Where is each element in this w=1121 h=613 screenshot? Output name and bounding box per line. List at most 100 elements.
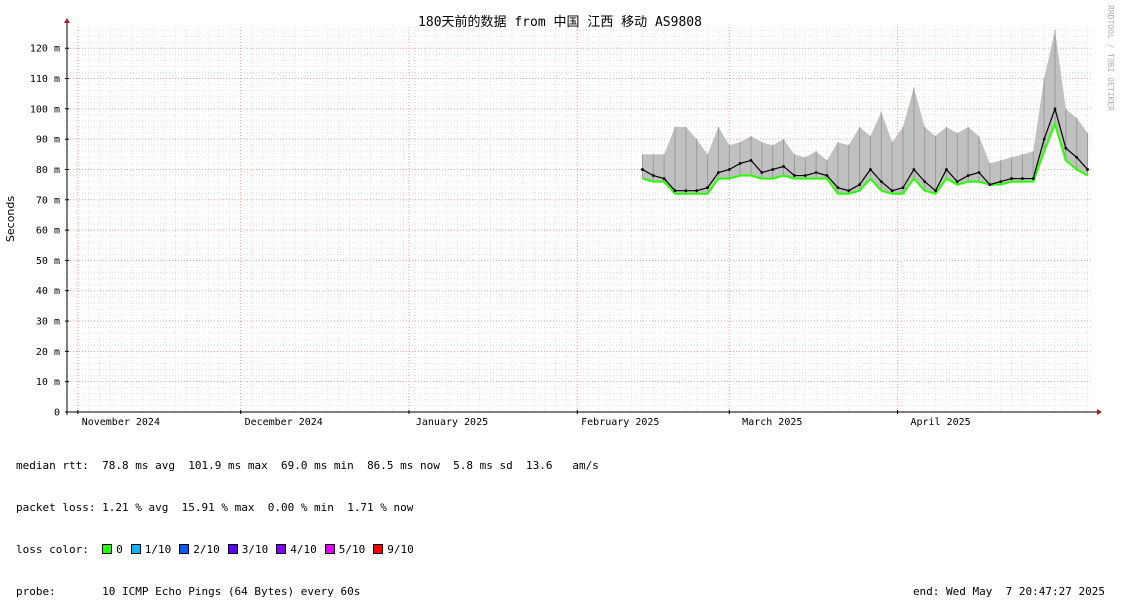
loss-color-item: 3/10 <box>227 543 269 556</box>
median-rtt-point <box>814 171 818 174</box>
loss-color-swatch <box>324 544 335 554</box>
median-rtt-avg: 78.8 ms avg <box>102 459 175 472</box>
loss-color-row: loss color: 0 1/10 2/10 3/10 4/10 5/10 9/10 <box>16 543 1111 557</box>
x-axis-arrow <box>1097 409 1102 415</box>
median-rtt-point <box>977 171 981 174</box>
packet-loss-avg: 1.21 % avg <box>102 501 169 514</box>
probe-value: 10 ICMP Echo Pings (64 Bytes) every 60s <box>102 585 361 598</box>
median-rtt-sd: 5.8 ms sd <box>453 459 513 472</box>
median-rtt-min: 69.0 ms min <box>280 459 354 472</box>
probe-row: probe: 10 ICMP Echo Pings (64 Bytes) eve… <box>16 585 1111 599</box>
median-rtt-point <box>662 177 666 180</box>
packet-loss-row: packet loss: 1.21 % avg 15.91 % max 0.00… <box>16 501 1111 515</box>
end-timestamp: end: Wed May 7 20:47:27 2025 <box>912 585 1105 598</box>
y-tick-label: 30 m <box>36 317 60 328</box>
loss-color-swatch <box>130 544 141 554</box>
median-rtt-label: median rtt: <box>16 459 89 472</box>
loss-color-swatch <box>373 544 384 554</box>
loss-color-swatch <box>179 544 190 554</box>
median-rtt-point <box>955 180 959 184</box>
loss-color-item: 4/10 <box>276 543 317 556</box>
median-rtt-row: median rtt: 78.8 ms avg 101.9 ms max 69.… <box>16 459 1111 473</box>
median-rtt-point <box>738 162 742 165</box>
median-rtt-point <box>912 168 916 171</box>
median-rtt-point <box>1086 168 1089 171</box>
median-rtt-point <box>836 186 840 190</box>
median-rtt-point <box>1042 137 1046 141</box>
loss-color-value: 5/10 <box>338 543 366 556</box>
median-rtt-point <box>782 165 785 168</box>
x-tick-label: April 2025 <box>910 417 970 428</box>
y-tick-label: 50 m <box>36 256 60 267</box>
median-rtt-point <box>641 168 644 171</box>
y-axis-arrow <box>64 18 70 23</box>
legend-area: median rtt: 78.8 ms avg 101.9 ms max 69.… <box>16 431 1111 613</box>
y-tick-label: 40 m <box>36 286 60 297</box>
loss-color-item: 1/10 <box>130 543 171 556</box>
loss-color-item: 5/10 <box>324 543 366 556</box>
median-rtt-point <box>901 186 905 190</box>
loss-color-item: 0 <box>102 543 123 556</box>
median-rtt-point <box>727 168 731 171</box>
chart-grid <box>66 27 1093 412</box>
loss-color-value: 3/10 <box>241 543 269 556</box>
packet-loss-now: 1.71 % now <box>347 501 414 514</box>
y-tick-label: 120 m <box>30 44 60 55</box>
y-tick-label: 90 m <box>36 135 60 146</box>
y-tick-label: 110 m <box>30 74 60 85</box>
loss-color-items: 0 1/10 2/10 3/10 4/10 5/10 9/10 <box>102 543 422 556</box>
y-tick-label: 20 m <box>36 347 60 358</box>
chart: 0 10 m 20 m 30 m 40 m 50 m 60 m 70 m 80 m 90 m 100… <box>4 5 1115 428</box>
median-rtt-point <box>1010 177 1013 180</box>
x-tick-label: November 2024 <box>82 417 160 428</box>
median-rtt-point <box>1064 146 1068 150</box>
median-rtt-point <box>1075 155 1079 159</box>
loss-color-item: 2/10 <box>179 543 220 556</box>
median-rtt-point <box>717 171 720 174</box>
median-rtt-point <box>879 180 883 184</box>
loss-color-value: 9/10 <box>387 543 414 556</box>
median-rtt-point <box>999 180 1003 184</box>
median-rtt-point <box>847 189 851 193</box>
median-rtt-point <box>673 189 677 193</box>
loss-color-value: 2/10 <box>193 543 220 556</box>
median-rtt-point <box>749 158 753 162</box>
median-rtt-point <box>684 189 688 193</box>
y-tick-label: 0 <box>54 408 60 419</box>
y-axis-ticks: 0 10 m 20 m 30 m 40 m 50 m 60 m 70 m 80 m 90 m 100… <box>30 44 69 419</box>
loss-color-swatch <box>102 544 113 554</box>
median-rtt-now: 86.5 ms now <box>367 459 440 472</box>
loss-color-item: 9/10 <box>373 543 414 556</box>
rrdtool-watermark: RRDTOOL / TOBI OETIKER <box>1106 5 1115 111</box>
y-tick-label: 80 m <box>36 165 60 176</box>
median-rtt-point <box>825 174 829 177</box>
packet-loss-max: 15.91 % max <box>181 501 255 514</box>
chart-title: 180天前的数据 from 中国 江西 移动 AS9808 <box>418 14 702 30</box>
probe-label: probe: <box>16 585 56 598</box>
median-rtt-point <box>1053 107 1057 111</box>
median-rtt-point <box>706 186 709 190</box>
loss-color-value: 0 <box>116 543 123 556</box>
y-tick-label: 60 m <box>36 226 60 237</box>
packet-loss-min: 0.00 % min <box>267 501 334 514</box>
median-rtt-point <box>869 168 872 171</box>
median-rtt-point <box>945 168 948 171</box>
y-tick-label: 10 m <box>36 377 60 388</box>
median-rtt-point <box>695 189 699 193</box>
loss-color-swatch <box>227 544 238 554</box>
median-rtt-point <box>923 180 927 184</box>
median-rtt-point <box>760 171 764 174</box>
median-rtt-point <box>858 183 861 187</box>
y-tick-label: 100 m <box>30 104 60 115</box>
median-rtt-point <box>1031 177 1035 180</box>
x-tick-label: December 2024 <box>245 417 323 428</box>
median-rtt-point <box>651 174 655 177</box>
loss-color-swatch <box>276 544 287 554</box>
x-tick-label: March 2025 <box>742 417 802 428</box>
median-rtt-point <box>966 174 970 177</box>
x-tick-label: January 2025 <box>416 417 488 428</box>
packet-loss-label: packet loss: <box>16 501 96 514</box>
median-rtt-point <box>988 183 992 187</box>
median-rtt-point <box>771 168 775 171</box>
y-tick-label: 70 m <box>36 195 60 206</box>
